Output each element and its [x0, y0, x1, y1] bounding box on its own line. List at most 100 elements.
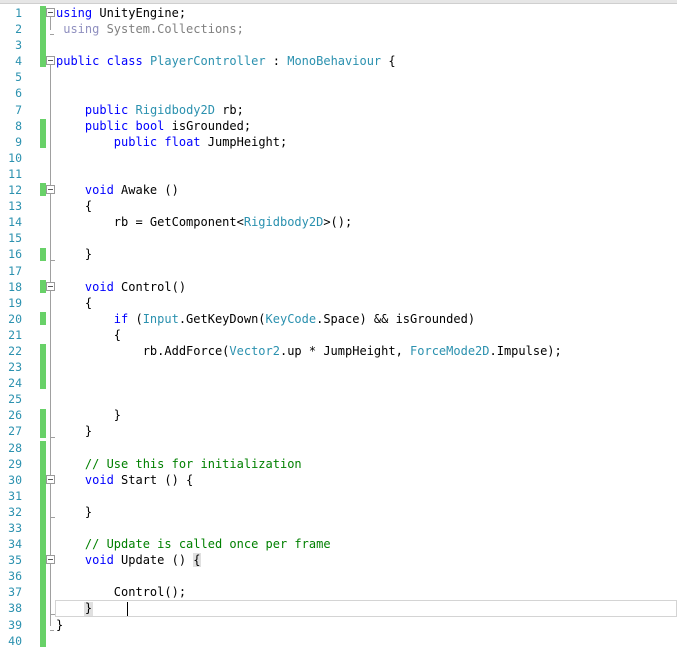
type-token: MonoBehaviour: [287, 54, 382, 69]
change-bar: [40, 408, 46, 438]
code-line[interactable]: [56, 359, 677, 375]
code-line[interactable]: Control();: [56, 584, 677, 600]
code-line[interactable]: {: [56, 295, 677, 311]
line-number: 40: [8, 633, 22, 648]
code-line[interactable]: }: [56, 617, 677, 633]
code-line[interactable]: [56, 391, 677, 407]
fold-guide-stub: [50, 613, 55, 615]
line-number: 16: [8, 247, 22, 262]
line-number: 20: [8, 311, 22, 326]
keyword-token: void: [84, 279, 114, 294]
line-number: 15: [8, 231, 22, 246]
code-line[interactable]: rb.AddForce(Vector2.up * JumpHeight, For…: [56, 343, 677, 359]
line-number: 28: [8, 440, 22, 455]
change-bar: [40, 247, 46, 261]
code-line[interactable]: [56, 633, 677, 648]
line-number: 22: [8, 343, 22, 358]
type-token: KeyCode: [265, 311, 317, 326]
code-line[interactable]: using UnityEngine;: [56, 5, 677, 21]
code-line[interactable]: [56, 150, 677, 166]
line-number: 25: [8, 392, 22, 407]
line-number: 37: [8, 585, 22, 600]
code-line[interactable]: }: [56, 600, 677, 616]
code-line[interactable]: public class PlayerController : MonoBeha…: [56, 53, 677, 69]
line-number: 27: [8, 424, 22, 439]
fold-toggle-icon[interactable]: [46, 8, 55, 17]
code-line[interactable]: {: [56, 327, 677, 343]
line-number: 24: [8, 376, 22, 391]
fold-toggle-icon[interactable]: [46, 56, 55, 66]
comment-token: // Update is called once per frame: [84, 537, 331, 552]
line-number: 33: [8, 521, 22, 535]
code-line[interactable]: public bool isGrounded;: [56, 118, 677, 134]
line-number: 10: [8, 150, 22, 165]
code-line[interactable]: [56, 85, 677, 101]
code-line[interactable]: void Update () {: [56, 552, 677, 568]
code-line[interactable]: void Start () {: [56, 472, 677, 488]
code-line[interactable]: [56, 440, 677, 456]
type-token: ForceMode2D: [410, 343, 490, 358]
code-line[interactable]: [56, 568, 677, 584]
text-caret: [127, 601, 129, 616]
code-line[interactable]: if (Input.GetKeyDown(KeyCode.Space) && i…: [56, 311, 677, 327]
type-token: PlayerController: [149, 54, 266, 69]
unused-using-token: System.Collections;: [99, 22, 244, 37]
change-bar: [40, 311, 46, 325]
fold-guide-stub: [50, 259, 55, 261]
keyword-token: void: [84, 553, 114, 568]
code-line[interactable]: public float JumpHeight;: [56, 134, 677, 150]
code-line[interactable]: }: [56, 423, 677, 439]
keyword-token: void: [84, 183, 114, 198]
code-line[interactable]: [56, 488, 677, 504]
code-line[interactable]: void Control(): [56, 279, 677, 295]
fold-guide-stub: [50, 436, 55, 438]
line-number: 9: [15, 134, 22, 149]
line-number: 5: [15, 70, 22, 85]
line-number: 36: [8, 569, 22, 584]
code-line[interactable]: rb = GetComponent<Rigidbody2D>();: [56, 214, 677, 230]
keyword-token: using: [56, 6, 93, 20]
code-line[interactable]: [56, 263, 677, 279]
code-line[interactable]: using System.Collections;: [56, 21, 677, 37]
code-line[interactable]: void Awake (): [56, 182, 677, 198]
code-line[interactable]: [56, 230, 677, 246]
line-number: 21: [8, 327, 22, 342]
line-number: 12: [8, 183, 22, 198]
line-number: 26: [8, 408, 22, 423]
line-number: 8: [15, 118, 22, 133]
line-number: 19: [8, 295, 22, 310]
code-line[interactable]: [56, 166, 677, 182]
change-bar: [40, 440, 46, 647]
type-token: Rigidbody2D: [243, 215, 324, 230]
line-number: 39: [8, 617, 22, 632]
editor-gutter: 1 2 3 4 5 6 7 8 9 10 11 12 13 14 15 16 17 18 19 20 21 22 23 24 2…: [0, 5, 56, 648]
fold-toggle-icon[interactable]: [46, 281, 55, 291]
line-number: 34: [8, 537, 22, 552]
fold-guide-stub: [50, 629, 54, 631]
code-line[interactable]: [56, 375, 677, 391]
fold-toggle-icon[interactable]: [46, 555, 55, 565]
line-number: 38: [8, 601, 22, 616]
code-line[interactable]: }: [56, 246, 677, 262]
type-token: Vector2: [229, 343, 280, 358]
line-number: 3: [15, 38, 22, 53]
code-line[interactable]: [56, 37, 677, 53]
code-line[interactable]: // Use this for initialization: [56, 456, 677, 472]
keyword-token: public: [84, 118, 129, 133]
type-token: Rigidbody2D: [135, 102, 215, 117]
code-line[interactable]: {: [56, 198, 677, 214]
line-number: 29: [8, 456, 22, 471]
fold-toggle-icon[interactable]: [46, 474, 55, 484]
code-line[interactable]: }: [56, 504, 677, 520]
comment-token: // Use this for initialization: [84, 456, 302, 471]
code-editor-surface[interactable]: 1 2 3 4 5 6 7 8 9 10 11 12 13 14 15 16 17 18 19 20 21 22 23 24 2…: [0, 0, 677, 648]
code-line[interactable]: public Rigidbody2D rb;: [56, 102, 677, 118]
code-line[interactable]: [56, 69, 677, 85]
code-text-area[interactable]: using UnityEngine; using System.Collecti…: [56, 5, 677, 648]
keyword-token: public: [56, 54, 100, 69]
code-line[interactable]: // Update is called once per frame: [56, 536, 677, 552]
code-line[interactable]: }: [56, 407, 677, 423]
fold-toggle-icon[interactable]: [46, 185, 55, 195]
code-line[interactable]: [56, 520, 677, 536]
line-number: 6: [15, 86, 22, 101]
